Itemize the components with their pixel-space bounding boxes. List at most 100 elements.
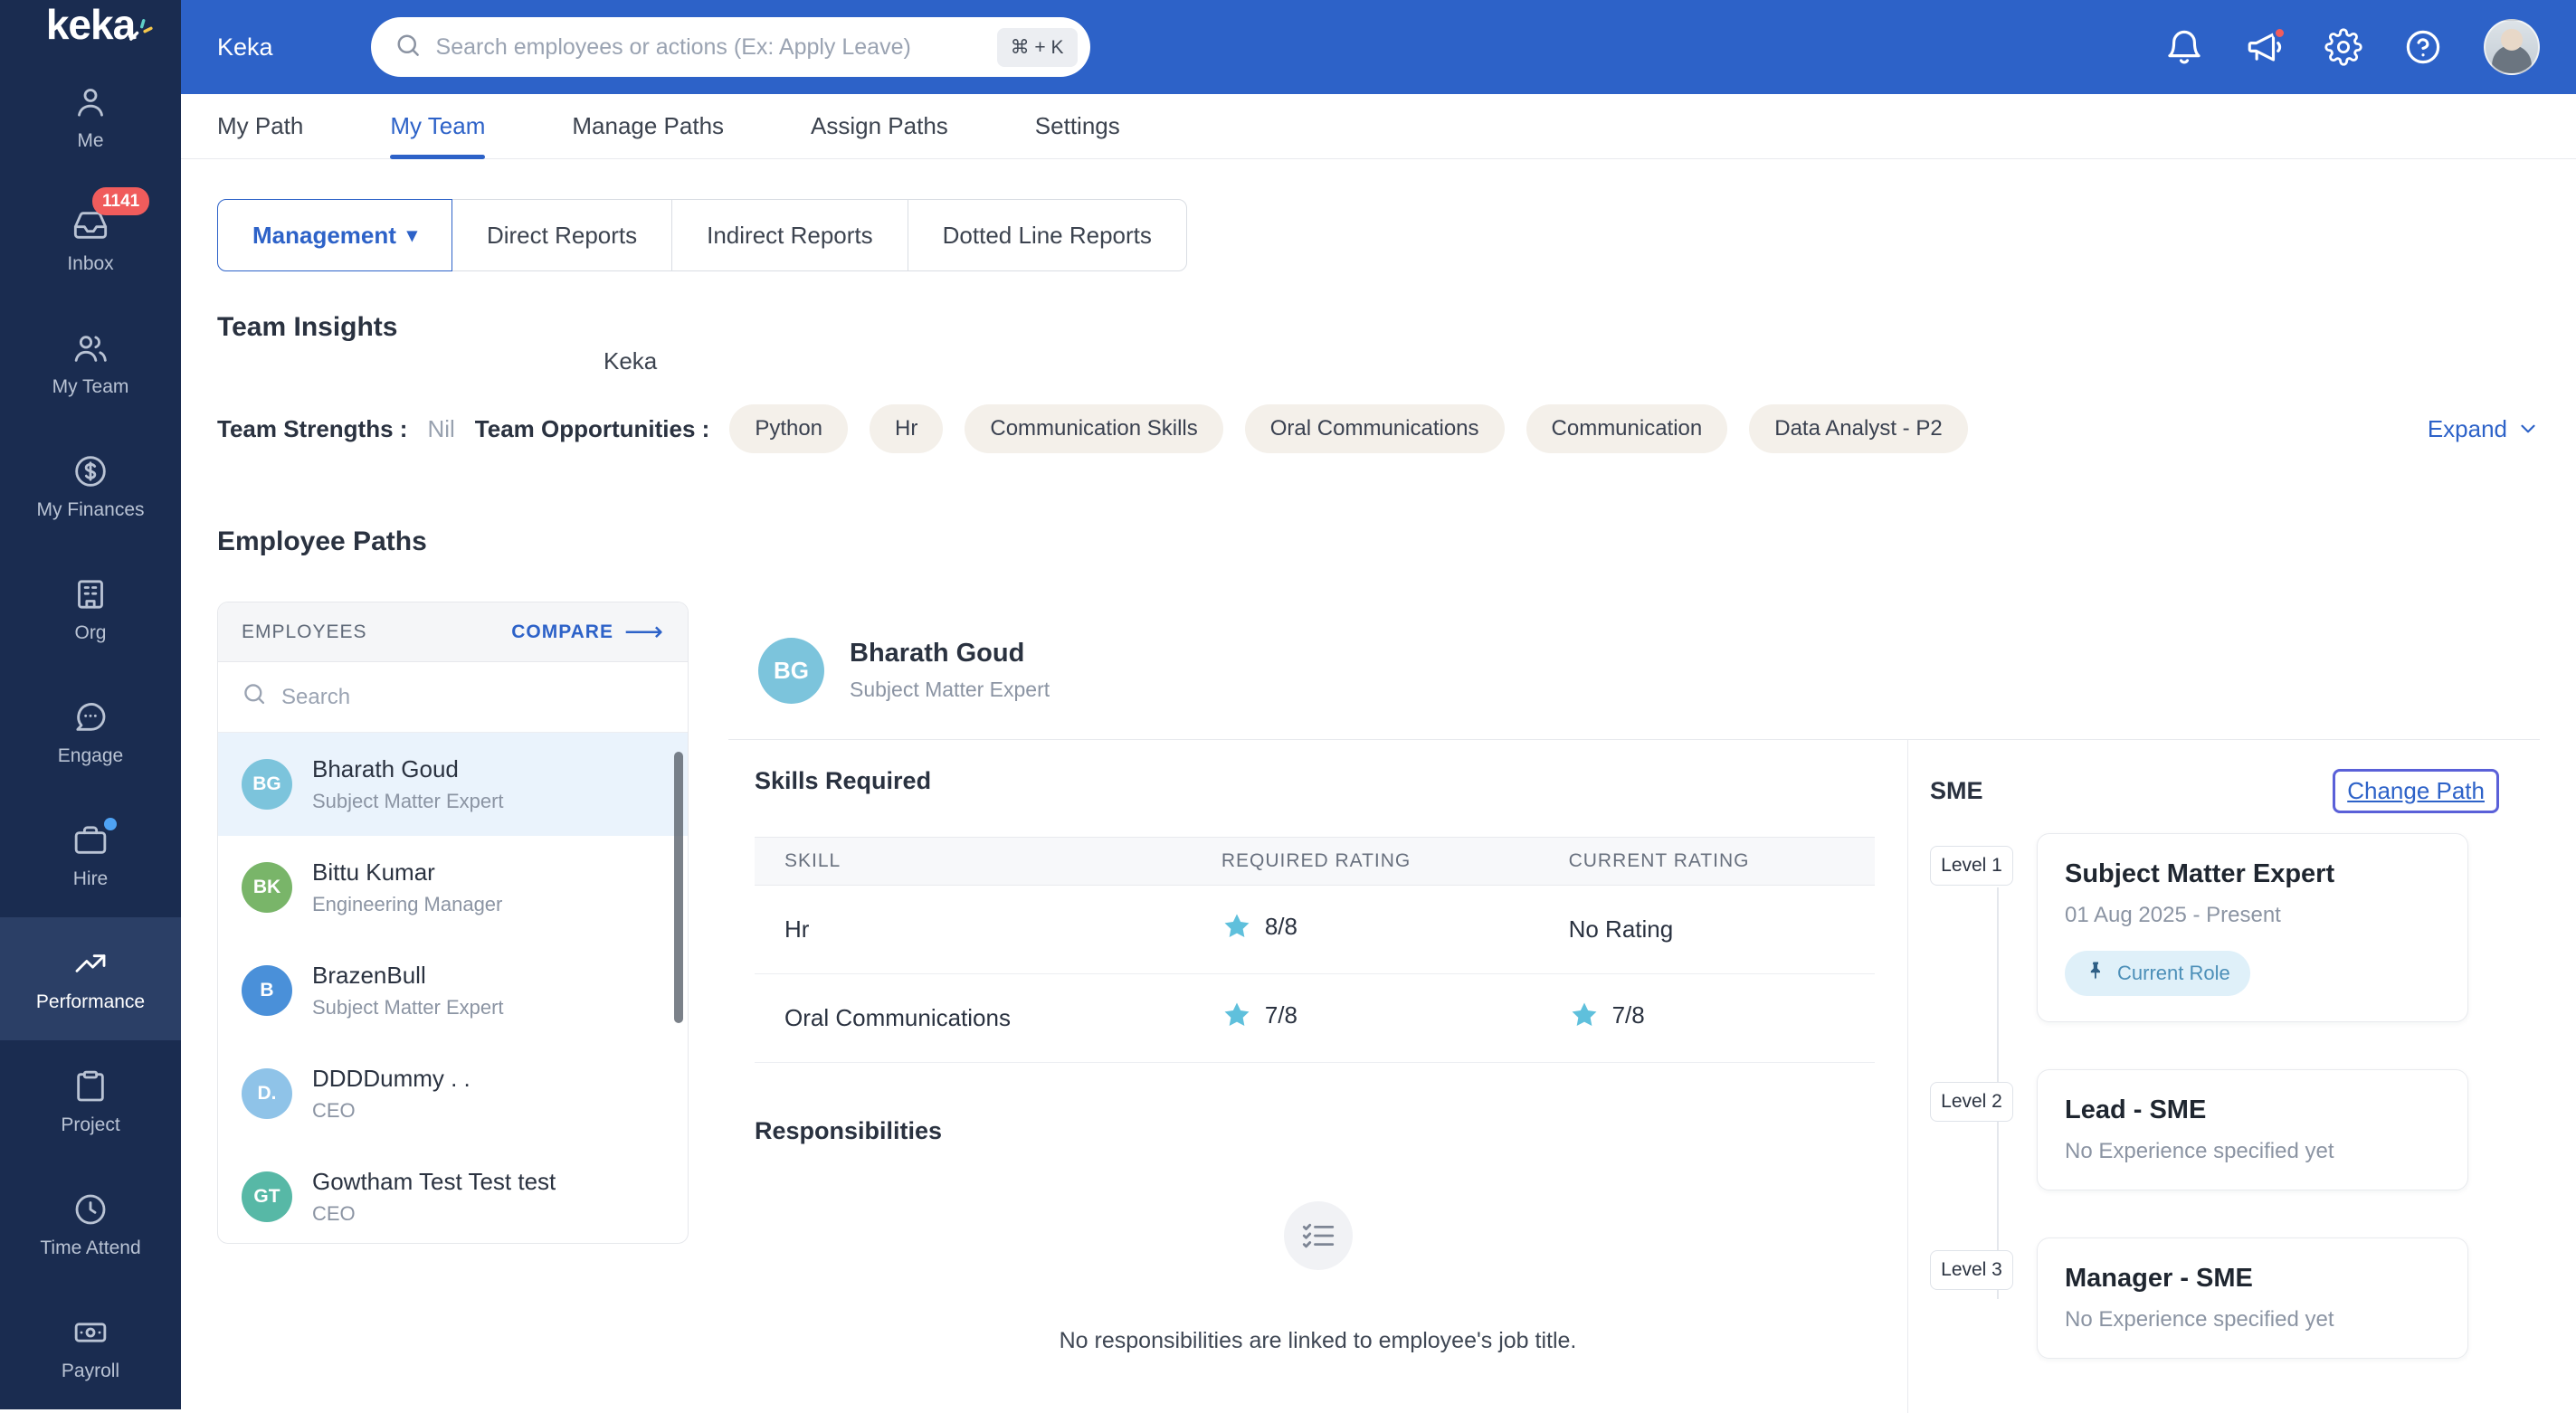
filter-direct-reports[interactable]: Direct Reports bbox=[452, 199, 672, 271]
employee-detail-header: BG Bharath Goud Subject Matter Expert bbox=[728, 602, 2540, 740]
tab-settings[interactable]: Settings bbox=[1035, 94, 1120, 158]
employees-label: EMPLOYEES bbox=[242, 621, 367, 643]
employee-role: Subject Matter Expert bbox=[850, 678, 1050, 702]
sidebar-item-payroll[interactable]: Payroll bbox=[0, 1286, 181, 1409]
keka-logo[interactable]: keka bbox=[0, 0, 181, 49]
team-icon bbox=[72, 330, 109, 366]
sidebar-item-my-finances[interactable]: My Finances bbox=[0, 425, 181, 548]
role-duration: 01 Aug 2025 - Present bbox=[2065, 903, 2440, 928]
current-rating: 7/8 bbox=[1612, 1001, 1645, 1029]
employee-list-item[interactable]: BKBittu KumarEngineering Manager bbox=[218, 836, 688, 939]
help-icon[interactable] bbox=[2404, 28, 2442, 66]
skill-name: Oral Communications bbox=[755, 1004, 1192, 1032]
announcements-icon[interactable] bbox=[2245, 28, 2283, 66]
employee-list-item[interactable]: BGBharath GoudSubject Matter Expert bbox=[218, 733, 688, 836]
sidebar-item-engage[interactable]: Engage bbox=[0, 671, 181, 794]
filter-management[interactable]: Management▾ bbox=[217, 199, 452, 271]
search-shortcut-badge: ⌘ + K bbox=[997, 28, 1078, 67]
employee-name: Bharath Goud bbox=[850, 639, 1050, 669]
skill-row: Oral Communications7/87/8 bbox=[755, 974, 1875, 1063]
role-card[interactable]: Subject Matter Expert 01 Aug 2025 - Prese… bbox=[2037, 833, 2468, 1022]
employee-name: BrazenBull bbox=[312, 962, 504, 990]
employee-list-item[interactable]: D.DDDDummy . .CEO bbox=[218, 1042, 688, 1145]
sidebar-item-hire[interactable]: Hire bbox=[0, 794, 181, 917]
sidebar-item-label: My Finances bbox=[36, 499, 144, 521]
filter-dotted-line-reports[interactable]: Dotted Line Reports bbox=[908, 199, 1187, 271]
time-icon bbox=[72, 1191, 109, 1228]
opportunity-chip[interactable]: Python bbox=[729, 404, 848, 453]
top-header: Keka Search employees or actions (Ex: Ap… bbox=[181, 0, 2576, 94]
sidebar-item-my-team[interactable]: My Team bbox=[0, 302, 181, 425]
opportunity-chip[interactable]: Data Analyst - P2 bbox=[1749, 404, 1967, 453]
employee-list-scrollbar[interactable] bbox=[674, 752, 683, 1023]
role-card[interactable]: Lead - SMENo Experience specified yet bbox=[2037, 1069, 2468, 1190]
path-level: Level 1Subject Matter Expert01 Aug 2025 … bbox=[1930, 833, 2499, 1022]
sidebar-item-project[interactable]: Project bbox=[0, 1040, 181, 1163]
table-column-header: REQUIRED RATING bbox=[1192, 850, 1539, 872]
tab-my-team[interactable]: My Team bbox=[390, 94, 485, 158]
search-icon bbox=[394, 32, 422, 63]
employee-role: Subject Matter Expert bbox=[312, 996, 504, 1019]
table-column-header: CURRENT RATING bbox=[1539, 850, 1875, 872]
tab-manage-paths[interactable]: Manage Paths bbox=[572, 94, 724, 158]
search-icon bbox=[242, 681, 267, 713]
sidebar-nav: Me1141Inbox My Team My Finances Org Engage Hi… bbox=[0, 49, 181, 1409]
profile-avatar[interactable] bbox=[2484, 19, 2540, 75]
opportunity-chip[interactable]: Communication Skills bbox=[965, 404, 1222, 453]
settings-gear-icon[interactable] bbox=[2324, 28, 2362, 66]
filter-indirect-reports[interactable]: Indirect Reports bbox=[671, 199, 908, 271]
team-name[interactable]: Keka bbox=[604, 347, 2540, 375]
sidebar-item-label: Time Attend bbox=[40, 1238, 140, 1259]
role-title: Lead - SME bbox=[2065, 1095, 2440, 1125]
new-indicator-dot bbox=[104, 818, 117, 830]
skill-name: Hr bbox=[755, 915, 1192, 944]
sidebar-item-label: Engage bbox=[58, 745, 123, 767]
path-title: SME bbox=[1930, 777, 1983, 805]
compare-button[interactable]: COMPARE ⟶ bbox=[511, 619, 664, 646]
skills-table-body: Hr8/8No RatingOral Communications7/87/8 bbox=[755, 886, 1875, 1063]
current-rating: No Rating bbox=[1569, 915, 1674, 943]
global-search-input[interactable]: Search employees or actions (Ex: Apply L… bbox=[371, 17, 1090, 77]
opportunity-chip[interactable]: Communication bbox=[1526, 404, 1728, 453]
employees-panel-header: EMPLOYEES COMPARE ⟶ bbox=[218, 602, 688, 662]
skills-table-header: SKILLREQUIRED RATINGCURRENT RATING bbox=[755, 837, 1875, 886]
role-title: Subject Matter Expert bbox=[2065, 859, 2440, 889]
sidebar-item-label: My Team bbox=[52, 376, 129, 398]
org-icon bbox=[72, 576, 109, 612]
team-insights-title: Team Insights bbox=[217, 311, 2540, 344]
employee-avatar: BG bbox=[242, 759, 292, 810]
level-badge: Level 3 bbox=[1930, 1250, 2013, 1290]
sidebar-item-label: Project bbox=[61, 1114, 119, 1136]
star-icon bbox=[1221, 1000, 1252, 1030]
sidebar-item-org[interactable]: Org bbox=[0, 548, 181, 671]
engage-icon bbox=[72, 699, 109, 735]
employee-role: Engineering Manager bbox=[312, 893, 502, 916]
current-role-badge: Current Role bbox=[2065, 951, 2250, 996]
star-icon bbox=[1221, 911, 1252, 942]
employee-list-item[interactable]: GTGowtham Test Test testCEO bbox=[218, 1145, 688, 1244]
sidebar-item-time-attend[interactable]: Time Attend bbox=[0, 1163, 181, 1286]
responsibilities-empty-text: No responsibilities are linked to employ… bbox=[728, 1328, 1907, 1354]
performance-icon bbox=[72, 945, 109, 982]
notifications-bell-icon[interactable] bbox=[2165, 28, 2203, 66]
employee-avatar: BG bbox=[758, 638, 824, 704]
chevron-down-icon bbox=[2516, 417, 2540, 441]
expand-toggle[interactable]: Expand bbox=[2428, 415, 2540, 443]
opportunity-chip[interactable]: Hr bbox=[870, 404, 943, 453]
tab-assign-paths[interactable]: Assign Paths bbox=[811, 94, 948, 158]
change-path-link[interactable]: Change Path bbox=[2333, 769, 2499, 813]
employee-name: Bittu Kumar bbox=[312, 858, 502, 887]
role-card[interactable]: Manager - SMENo Experience specified yet bbox=[2037, 1238, 2468, 1359]
tab-my-path[interactable]: My Path bbox=[217, 94, 303, 158]
strengths-value: Nil bbox=[427, 415, 454, 443]
employee-list-item[interactable]: BBrazenBullSubject Matter Expert bbox=[218, 939, 688, 1042]
responsibilities-title: Responsibilities bbox=[755, 1117, 1907, 1145]
sidebar-item-performance[interactable]: Performance bbox=[0, 917, 181, 1040]
employee-role: CEO bbox=[312, 1202, 556, 1226]
inbox-icon: 1141 bbox=[72, 207, 109, 243]
employee-search-input[interactable]: Search bbox=[218, 662, 688, 733]
opportunity-chip[interactable]: Oral Communications bbox=[1245, 404, 1505, 453]
sidebar-item-me[interactable]: Me bbox=[0, 56, 181, 179]
finances-icon bbox=[72, 453, 109, 489]
sidebar-item-inbox[interactable]: 1141Inbox bbox=[0, 179, 181, 302]
